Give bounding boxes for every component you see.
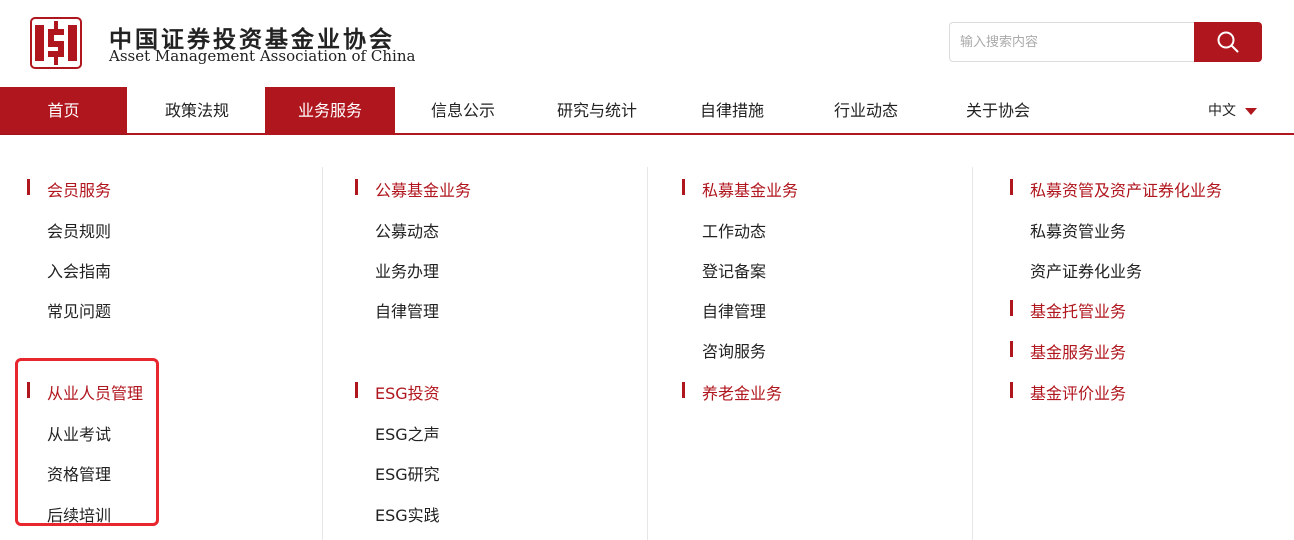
menu-link-public-fund-news[interactable]: 公募动态 <box>375 218 439 242</box>
nav-white-area: 政策法规 业务服务 信息公示 研究与统计 自律措施 行业动态 关于协会 中文 <box>127 87 1294 135</box>
menu-link-join-guide[interactable]: 入会指南 <box>47 258 111 282</box>
menu-link-esg-practice[interactable]: ESG实践 <box>375 502 440 526</box>
nav-home[interactable]: 首页 <box>0 87 127 135</box>
nav-about[interactable]: 关于协会 <box>931 87 1065 135</box>
menu-link-work-updates[interactable]: 工作动态 <box>702 218 766 242</box>
nav-disclosure[interactable]: 信息公示 <box>395 87 531 135</box>
language-selector[interactable]: 中文 <box>1208 87 1236 135</box>
chevron-down-icon <box>1245 108 1257 115</box>
menu-section-member-services[interactable]: 会员服务 <box>26 177 111 201</box>
search-icon <box>1217 31 1239 53</box>
menu-section-private-funds[interactable]: 私募基金业务 <box>681 177 798 201</box>
menu-section-public-funds[interactable]: 公募基金业务 <box>354 177 471 201</box>
nav-business-services[interactable]: 业务服务 <box>265 87 395 135</box>
amac-seal-logo[interactable] <box>30 17 82 69</box>
menu-section-private-asset-securitization[interactable]: 私募资管及资产证券化业务 <box>1009 177 1222 201</box>
search-button[interactable] <box>1194 22 1262 62</box>
column-divider <box>972 167 973 540</box>
menu-link-business-handling[interactable]: 业务办理 <box>375 258 439 282</box>
menu-link-self-discipline-management[interactable]: 自律管理 <box>375 298 439 322</box>
menu-section-fund-evaluation[interactable]: 基金评价业务 <box>1009 380 1126 404</box>
menu-link-registration-filing[interactable]: 登记备案 <box>702 258 766 282</box>
brand-name-en: Asset Management Association of China <box>109 47 416 65</box>
nav-policy[interactable]: 政策法规 <box>129 87 265 135</box>
nav-research[interactable]: 研究与统计 <box>531 87 663 135</box>
menu-link-faq[interactable]: 常见问题 <box>47 298 111 322</box>
site-header: 中国证券投资基金业协会 Asset Management Association… <box>0 0 1294 87</box>
nav-self-regulation[interactable]: 自律措施 <box>663 87 801 135</box>
menu-link-private-self-discipline[interactable]: 自律管理 <box>702 298 766 322</box>
menu-link-private-asset-management[interactable]: 私募资管业务 <box>1030 218 1126 242</box>
column-divider <box>647 167 648 540</box>
column-divider <box>322 167 323 540</box>
menu-section-pension-business[interactable]: 养老金业务 <box>681 380 782 404</box>
search-input[interactable] <box>949 22 1195 62</box>
menu-link-esg-voice[interactable]: ESG之声 <box>375 421 440 445</box>
nav-industry-news[interactable]: 行业动态 <box>801 87 931 135</box>
menu-section-fund-services[interactable]: 基金服务业务 <box>1009 339 1126 363</box>
annotation-highlight-box <box>15 358 159 526</box>
menu-section-fund-custody[interactable]: 基金托管业务 <box>1009 298 1126 322</box>
menu-link-asset-securitization[interactable]: 资产证券化业务 <box>1030 258 1142 282</box>
menu-link-consulting-services[interactable]: 咨询服务 <box>702 338 766 362</box>
menu-link-member-rules[interactable]: 会员规则 <box>47 218 111 242</box>
menu-link-esg-research[interactable]: ESG研究 <box>375 461 440 485</box>
menu-section-esg-investment[interactable]: ESG投资 <box>355 380 440 404</box>
